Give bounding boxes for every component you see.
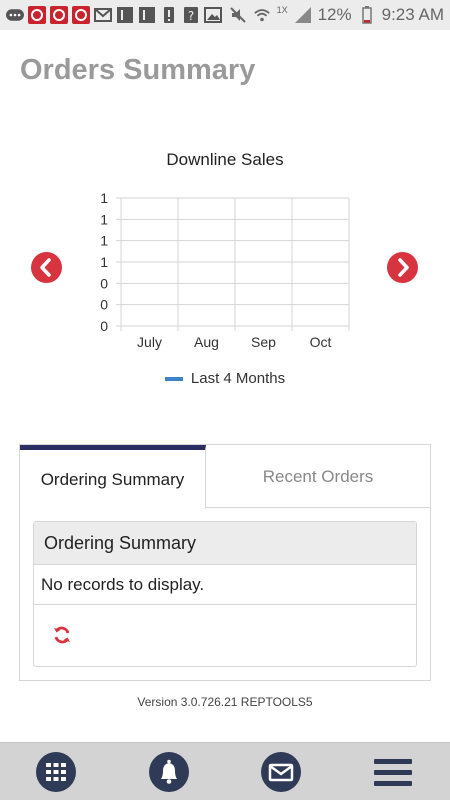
signal-icon: [294, 6, 312, 24]
chart-prev-button[interactable]: [31, 252, 62, 283]
x-tick-label: Aug: [194, 334, 219, 350]
sales-chart: 1 1 1 1 0 0 0 July Aug Sep Oct: [100, 190, 350, 350]
chart-next-button[interactable]: [387, 252, 418, 283]
alert-icon: [160, 6, 178, 24]
status-bar-notifications: ?: [6, 6, 222, 24]
empty-message: No records to display.: [34, 565, 416, 605]
grid-header: Ordering Summary: [34, 522, 416, 565]
more-icon: [6, 6, 24, 24]
status-bar: ? 1X 12% 9:23 AM: [0, 0, 450, 30]
ordering-summary-grid: Ordering Summary No records to display.: [33, 521, 417, 667]
tab-bar: Ordering Summary Recent Orders: [20, 445, 430, 509]
menu-button[interactable]: [372, 751, 414, 793]
help-icon: ?: [182, 6, 200, 24]
messages-button[interactable]: [260, 751, 302, 793]
clock: 9:23 AM: [381, 5, 444, 24]
x-tick-label: July: [137, 334, 162, 350]
y-tick-label: 1: [100, 233, 108, 249]
refresh-icon: [54, 626, 70, 644]
bell-icon: [149, 752, 189, 792]
mail-icon: [94, 6, 112, 24]
chevron-left-icon: [40, 258, 51, 277]
menu-icon: [374, 759, 412, 786]
image-icon: [138, 6, 156, 24]
wifi-icon: [253, 6, 271, 24]
tab-recent-orders[interactable]: Recent Orders: [206, 445, 430, 508]
y-tick-label: 1: [100, 254, 108, 270]
legend-swatch: [164, 376, 183, 381]
grid-footer: [34, 605, 416, 665]
battery-percent: 12%: [317, 5, 352, 24]
version-label: Version 3.0.726.21 REPTOOLS5: [137, 695, 313, 709]
svg-text:?: ?: [188, 9, 194, 23]
y-tick-label: 0: [100, 275, 108, 291]
notifications-button[interactable]: [148, 751, 190, 793]
summary-tab-panel: Ordering Summary Recent Orders Ordering …: [19, 444, 431, 681]
chevron-right-icon: [398, 258, 409, 277]
x-tick-label: Oct: [310, 334, 332, 350]
refresh-button[interactable]: [52, 625, 72, 645]
signal-label: 1X: [276, 5, 288, 15]
y-tick-label: 1: [100, 211, 108, 227]
app-notification-icon: [72, 6, 90, 24]
app-notification-icon: [28, 6, 46, 24]
chart-title: Downline Sales: [166, 150, 284, 169]
page-title: Orders Summary: [20, 54, 256, 86]
chart-legend: Last 4 Months: [0, 370, 450, 387]
gallery-icon: [204, 6, 222, 24]
bottom-nav: [0, 742, 450, 800]
app-notification-icon: [50, 6, 68, 24]
status-bar-system: 1X 12% 9:23 AM: [229, 5, 444, 25]
x-tick-label: Sep: [251, 334, 276, 350]
apps-button[interactable]: [35, 751, 77, 793]
chart-grid: [116, 197, 350, 331]
y-tick-label: 1: [100, 190, 108, 206]
mute-icon: [229, 6, 247, 24]
tab-ordering-summary[interactable]: Ordering Summary: [20, 445, 206, 509]
y-tick-label: 0: [100, 297, 108, 313]
image-icon: [116, 6, 134, 24]
chart-x-ticks: July Aug Sep Oct: [137, 334, 331, 350]
grid-icon: [36, 752, 76, 792]
legend-label: Last 4 Months: [190, 370, 286, 387]
mail-icon: [261, 752, 301, 792]
battery-icon: [358, 6, 376, 24]
y-tick-label: 0: [100, 318, 108, 334]
chart-y-ticks: 1 1 1 1 0 0 0: [100, 190, 108, 334]
